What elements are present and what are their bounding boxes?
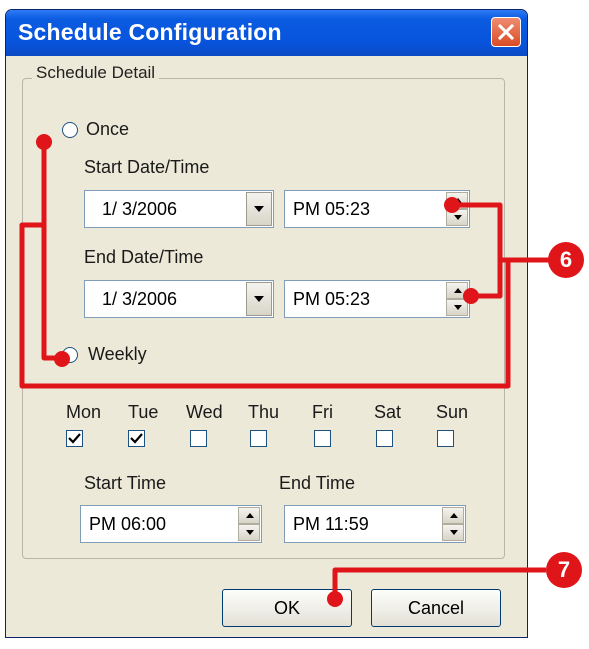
marker-weekly <box>54 351 70 367</box>
marker-start-time <box>444 197 460 213</box>
marker-ok <box>327 591 343 607</box>
bracket-once-weekly <box>41 142 62 361</box>
marker-once <box>36 134 52 150</box>
annotation-overlay <box>19 134 560 607</box>
callout-badge-6: 6 <box>548 242 584 278</box>
callout-6-connector <box>450 202 508 299</box>
bracket-once-weekly-outer <box>19 222 560 389</box>
callout-badge-7: 7 <box>546 552 582 588</box>
callout-7-connector <box>332 567 546 597</box>
marker-end-time <box>463 288 479 304</box>
